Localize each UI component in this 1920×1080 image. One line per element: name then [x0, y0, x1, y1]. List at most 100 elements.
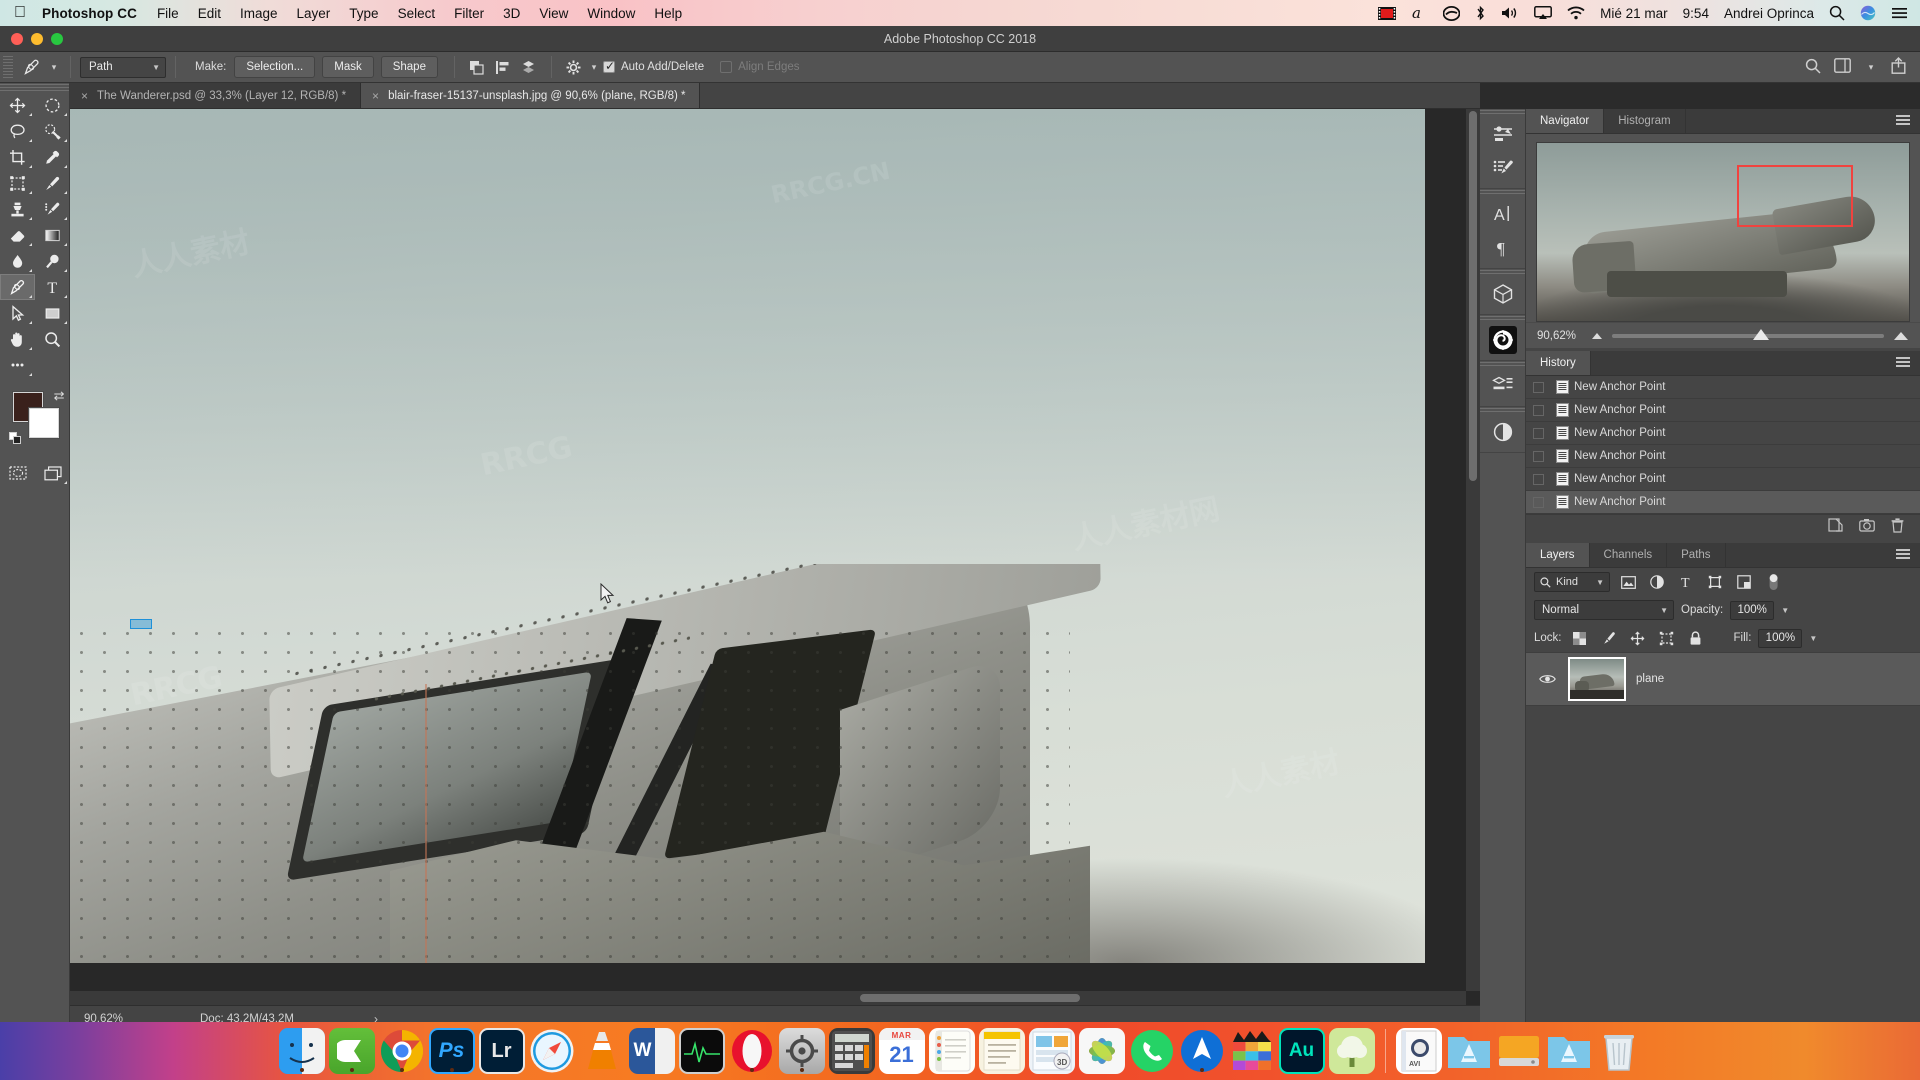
vlc-icon[interactable] [579, 1028, 625, 1074]
rail-grip[interactable] [1480, 407, 1525, 415]
vertical-scroll-thumb[interactable] [1469, 111, 1477, 481]
dock-item[interactable]: MAR 21 [879, 1028, 925, 1074]
smart-object-filter-icon[interactable] [1733, 572, 1755, 592]
options-bar-grip[interactable] [3, 56, 13, 78]
gear-caret-icon[interactable]: ▾ [587, 62, 601, 73]
dock-item[interactable] [679, 1028, 725, 1074]
toolbar-grip[interactable] [0, 83, 69, 92]
screen-mode-icon[interactable] [35, 460, 70, 486]
final-cut-pro-icon[interactable] [1229, 1028, 1275, 1074]
path-selection-tool[interactable] [0, 300, 35, 326]
menu-item-window[interactable]: Window [587, 6, 635, 21]
brush-tool[interactable] [35, 170, 70, 196]
frame-tool[interactable] [0, 170, 35, 196]
dock-item[interactable]: W [629, 1028, 675, 1074]
menu-item-file[interactable]: File [157, 6, 179, 21]
3d-icon[interactable] [1480, 277, 1525, 311]
blend-mode-select[interactable]: Normal ▼ [1534, 600, 1674, 620]
lock-position-icon[interactable] [1627, 628, 1649, 648]
close-icon[interactable]: × [81, 90, 88, 102]
gradient-tool[interactable] [35, 222, 70, 248]
dock-item[interactable]: AVI [1396, 1028, 1442, 1074]
numbers-icon[interactable]: 3D [1029, 1028, 1075, 1074]
history-item-selected[interactable]: New Anchor Point [1526, 491, 1920, 514]
path-operations-icon[interactable] [464, 55, 490, 79]
siri-icon[interactable] [1860, 5, 1876, 22]
dock-item[interactable]: 3D [1029, 1028, 1075, 1074]
dodge-tool[interactable] [35, 248, 70, 274]
zoom-tool[interactable] [35, 326, 70, 352]
marquee-tool[interactable] [35, 92, 70, 118]
character-icon[interactable]: A [1480, 197, 1525, 231]
navigator-slider-knob[interactable] [1753, 329, 1769, 340]
folder-icon[interactable] [1546, 1028, 1592, 1074]
path-alignment-icon[interactable] [490, 55, 516, 79]
history-source-checkbox[interactable] [1526, 497, 1550, 508]
rail-grip[interactable] [1480, 189, 1525, 197]
applications-folder-icon[interactable] [1446, 1028, 1492, 1074]
dock-item[interactable] [1079, 1028, 1125, 1074]
dock-item[interactable] [379, 1028, 425, 1074]
menu-item-type[interactable]: Type [349, 6, 378, 21]
rail-grip[interactable] [1480, 315, 1525, 323]
fill-value[interactable]: 100% [1758, 629, 1802, 648]
dock-item[interactable] [929, 1028, 975, 1074]
menu-item-3d[interactable]: 3D [503, 6, 520, 21]
window-controls[interactable] [0, 33, 63, 45]
close-button[interactable] [11, 33, 23, 45]
hand-tool[interactable] [0, 326, 35, 352]
tab-paths[interactable]: Paths [1667, 543, 1725, 567]
eyedropper-tool[interactable] [35, 144, 70, 170]
document-tab-wanderer[interactable]: × The Wanderer.psd @ 33,3% (Layer 12, RG… [70, 83, 361, 108]
small-mountain-icon[interactable] [1592, 333, 1602, 339]
paragraph-icon[interactable]: ¶ [1480, 231, 1525, 265]
notes-icon[interactable] [929, 1028, 975, 1074]
dock-item[interactable] [1446, 1028, 1492, 1074]
background-color-swatch[interactable] [29, 408, 59, 438]
calculator-icon[interactable] [829, 1028, 875, 1074]
dock-item[interactable] [279, 1028, 325, 1074]
search-icon[interactable] [1829, 5, 1845, 22]
adjustment-half-circle-icon[interactable] [1480, 415, 1525, 449]
large-mountain-icon[interactable] [1894, 332, 1908, 340]
dock-item[interactable] [1129, 1028, 1175, 1074]
dock-item[interactable]: Ps [429, 1028, 475, 1074]
tab-navigator[interactable]: Navigator [1526, 109, 1604, 133]
airplay-icon[interactable] [1534, 5, 1552, 22]
audition-icon[interactable]: Au [1279, 1028, 1325, 1074]
history-source-checkbox[interactable] [1526, 451, 1550, 462]
path-arrangement-icon[interactable] [516, 55, 542, 79]
menu-item-select[interactable]: Select [398, 6, 436, 21]
edit-toolbar-tool[interactable] [0, 352, 35, 378]
dock-item[interactable] [979, 1028, 1025, 1074]
lock-artboard-icon[interactable] [1656, 628, 1678, 648]
history-source-checkbox[interactable] [1526, 405, 1550, 416]
make-shape-button[interactable]: Shape [381, 56, 438, 78]
history-item[interactable]: New Anchor Point [1526, 399, 1920, 422]
create-document-from-state-icon[interactable] [1828, 518, 1843, 537]
workspace-icon[interactable] [1834, 58, 1851, 76]
history-brush-tool[interactable] [35, 196, 70, 222]
color-swatches[interactable]: ⇄ [11, 392, 59, 440]
dock-item[interactable] [1229, 1028, 1275, 1074]
rail-grip[interactable] [1480, 269, 1525, 277]
pen-tool-preset-caret[interactable]: ▾ [47, 62, 61, 73]
path-anchor-point[interactable] [130, 619, 152, 629]
lock-all-icon[interactable] [1685, 628, 1707, 648]
history-item[interactable]: New Anchor Point [1526, 376, 1920, 399]
adjustments-icon[interactable] [1480, 117, 1525, 151]
opacity-chevron-down-icon[interactable]: ▼ [1781, 606, 1789, 615]
auto-add-delete-box[interactable] [603, 61, 615, 73]
external-drive-icon[interactable] [1496, 1028, 1542, 1074]
path-mode-select[interactable]: Path ▼ [80, 57, 166, 78]
canvas-vertical-scrollbar[interactable] [1466, 109, 1480, 991]
lock-transparency-icon[interactable] [1569, 628, 1591, 648]
dock-item[interactable] [1546, 1028, 1592, 1074]
navigator-zoom-slider[interactable] [1612, 334, 1884, 338]
photos-icon[interactable] [1079, 1028, 1125, 1074]
dock-item[interactable] [1329, 1028, 1375, 1074]
history-source-checkbox[interactable] [1526, 428, 1550, 439]
horizontal-scroll-thumb[interactable] [860, 994, 1080, 1002]
panel-menu-icon[interactable] [1896, 549, 1910, 561]
dock-item[interactable] [579, 1028, 625, 1074]
